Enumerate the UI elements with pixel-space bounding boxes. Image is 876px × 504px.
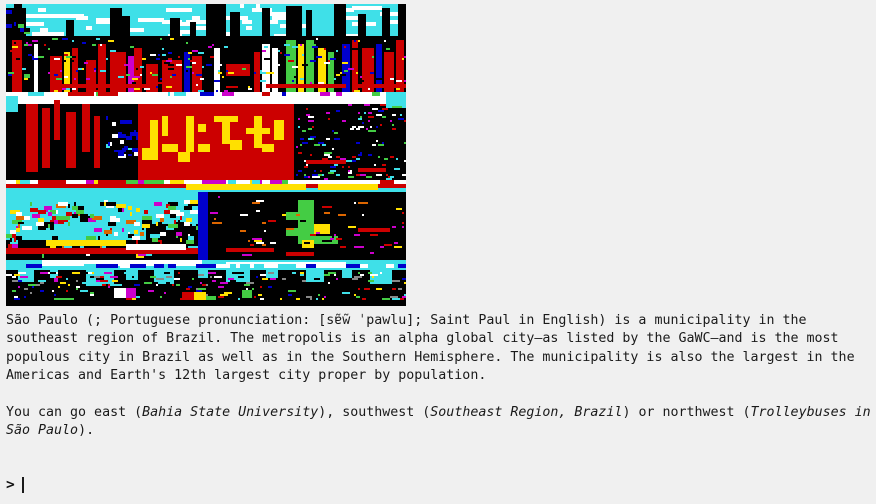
article-link[interactable]: Southeast Region, Brazil [430,405,622,420]
text-cursor [21,477,24,493]
article-text-run: ) or northwest ( [622,405,751,421]
article-link[interactable]: Bahia State University [142,405,318,420]
article-hero-image [6,4,406,306]
command-prompt[interactable]: > [6,476,24,494]
text-browser-window: São Paulo (; Portuguese pronunciation: [… [0,0,876,504]
article-body: São Paulo (; Portuguese pronunciation: [… [6,312,872,441]
article-text-run: ), southwest ( [318,405,431,421]
dithered-image-canvas [6,4,406,306]
article-text-run: You can go east ( [6,405,143,421]
article-paragraph-intro: São Paulo (; Portuguese pronunciation: [… [6,312,872,386]
article-text-run: São Paulo (; Portuguese pronunciation: [… [6,313,863,384]
article-paragraph-navigation: You can go east (Bahia State University)… [6,404,872,441]
prompt-symbol: > [6,477,15,493]
article-text-run: ). [78,423,95,439]
